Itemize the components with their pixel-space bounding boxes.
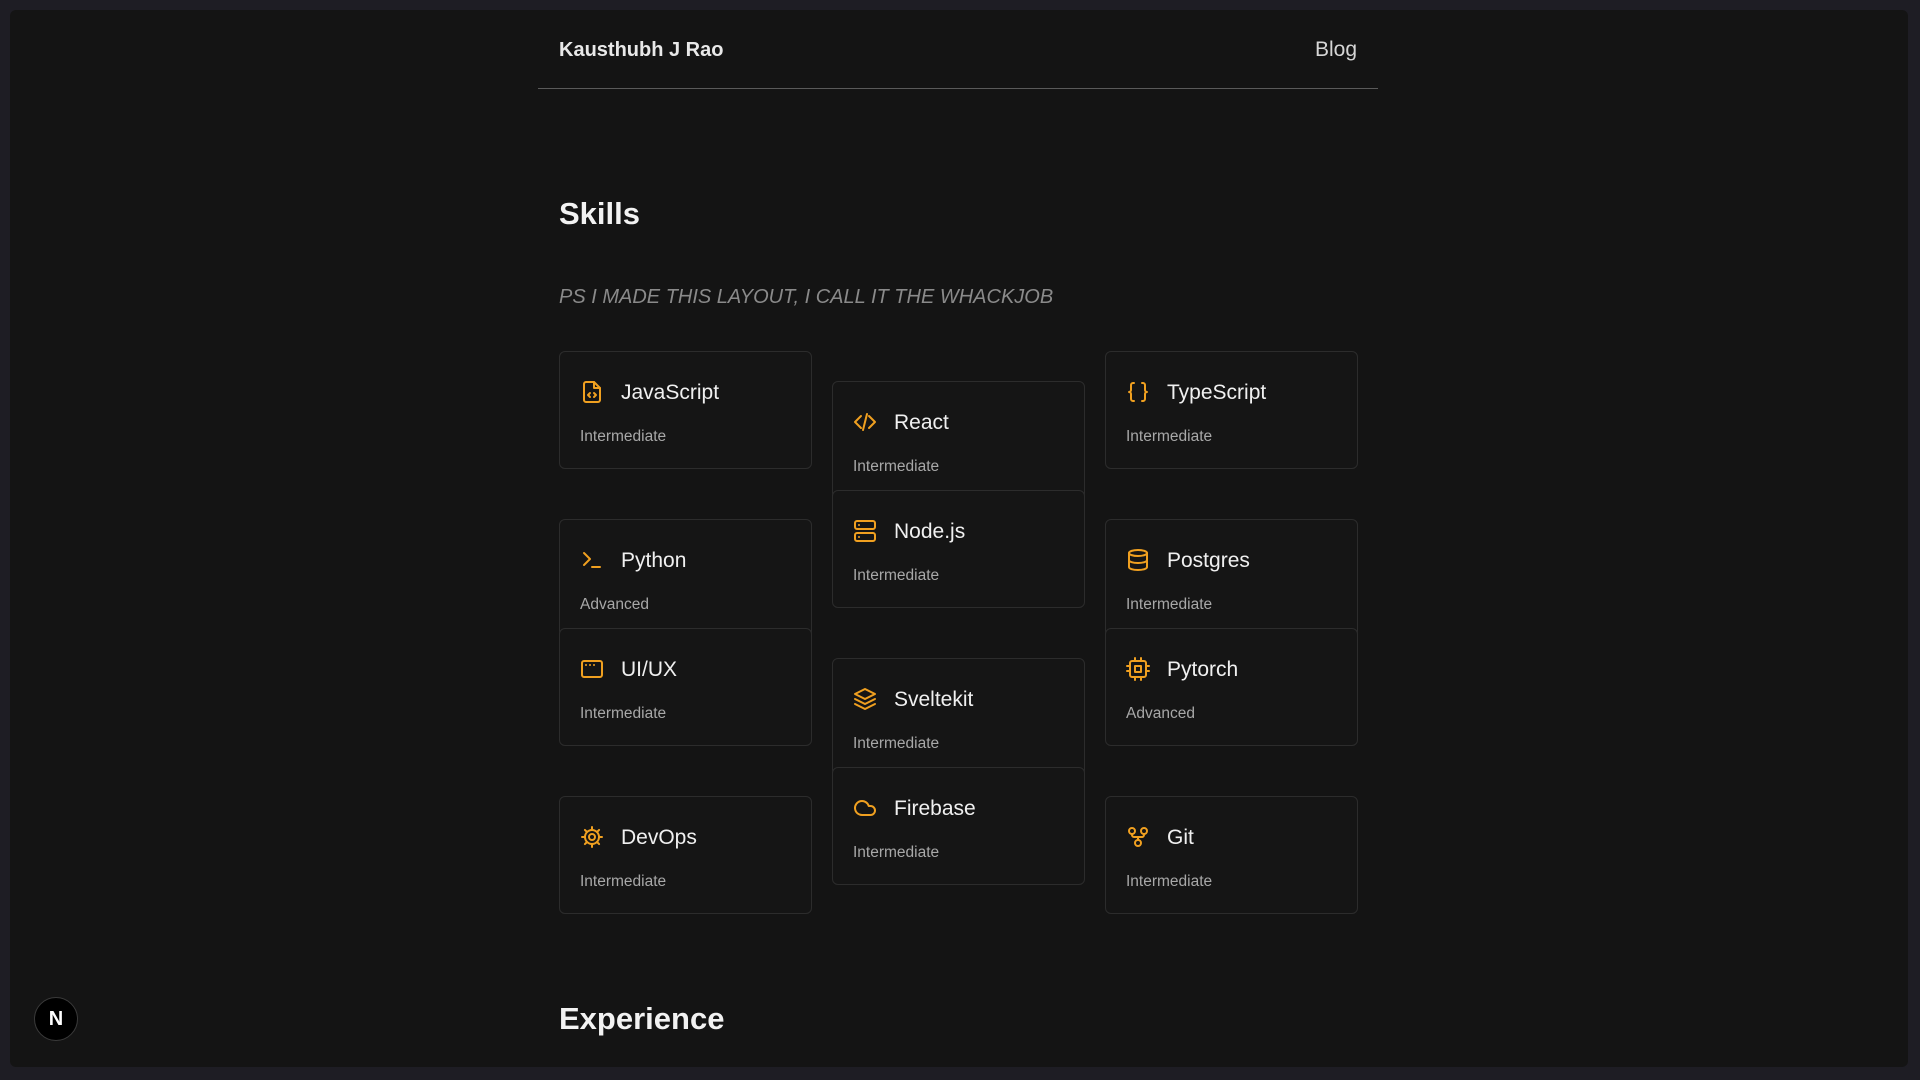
- blog-link[interactable]: Blog: [1315, 38, 1357, 62]
- skill-name: Pytorch: [1167, 658, 1239, 681]
- git-fork-icon: [1126, 825, 1150, 849]
- skill-level: Intermediate: [1126, 873, 1213, 890]
- layers-icon: [853, 687, 877, 711]
- skill-name: Python: [621, 549, 687, 572]
- skill-level: Intermediate: [853, 844, 940, 861]
- page-frame: Kausthubh J Rao Blog Skills PS I MADE TH…: [10, 10, 1908, 1067]
- skill-card-python: Python Advanced: [559, 519, 812, 637]
- terminal-icon: [580, 548, 604, 572]
- skill-level: Intermediate: [580, 428, 667, 445]
- server-icon: [853, 519, 877, 543]
- skill-name: TypeScript: [1167, 381, 1267, 404]
- skill-level: Intermediate: [580, 873, 667, 890]
- skill-card-javascript: JavaScript Intermediate: [559, 351, 812, 469]
- cog-icon: [580, 825, 604, 849]
- skill-level: Intermediate: [1126, 428, 1213, 445]
- skill-name: Firebase: [894, 797, 976, 820]
- skill-level: Intermediate: [853, 567, 940, 584]
- site-brand[interactable]: Kausthubh J Rao: [559, 39, 723, 62]
- skill-name: Git: [1167, 826, 1194, 849]
- skill-name: React: [894, 411, 949, 434]
- database-icon: [1126, 548, 1150, 572]
- skill-card-git: Git Intermediate: [1105, 796, 1358, 914]
- skill-name: JavaScript: [621, 381, 720, 404]
- skill-name: Sveltekit: [894, 688, 974, 711]
- skill-level: Intermediate: [853, 458, 940, 475]
- app-window-icon: [580, 657, 604, 681]
- skill-card-devops: DevOps Intermediate: [559, 796, 812, 914]
- file-code-icon: [580, 380, 604, 404]
- skill-name: DevOps: [621, 826, 697, 849]
- skill-card-pytorch: Pytorch Advanced: [1105, 628, 1358, 746]
- skill-level: Intermediate: [580, 705, 667, 722]
- braces-icon: [1126, 380, 1150, 404]
- skills-subtitle: PS I MADE THIS LAYOUT, I CALL IT THE WHA…: [559, 286, 1054, 308]
- skill-name: Node.js: [894, 520, 966, 543]
- skill-card-uiux: UI/UX Intermediate: [559, 628, 812, 746]
- code-icon: [853, 410, 877, 434]
- skill-level: Advanced: [1126, 705, 1195, 722]
- skill-level: Intermediate: [853, 735, 940, 752]
- cloud-icon: [853, 796, 877, 820]
- skill-card-nodejs: Node.js Intermediate: [832, 490, 1085, 608]
- skill-card-firebase: Firebase Intermediate: [832, 767, 1085, 885]
- experience-heading: Experience: [559, 1001, 725, 1036]
- skill-level: Intermediate: [1126, 596, 1213, 613]
- skill-name: UI/UX: [621, 658, 678, 681]
- skill-level: Advanced: [580, 596, 649, 613]
- skill-card-postgres: Postgres Intermediate: [1105, 519, 1358, 637]
- skill-card-typescript: TypeScript Intermediate: [1105, 351, 1358, 469]
- cpu-icon: [1126, 657, 1150, 681]
- nextjs-icon[interactable]: N: [34, 997, 78, 1041]
- skills-heading: Skills: [559, 196, 640, 231]
- skill-name: Postgres: [1167, 549, 1250, 572]
- top-nav: Kausthubh J Rao Blog: [538, 10, 1378, 89]
- skill-card-react: React Intermediate: [832, 381, 1085, 499]
- skill-card-sveltekit: Sveltekit Intermediate: [832, 658, 1085, 776]
